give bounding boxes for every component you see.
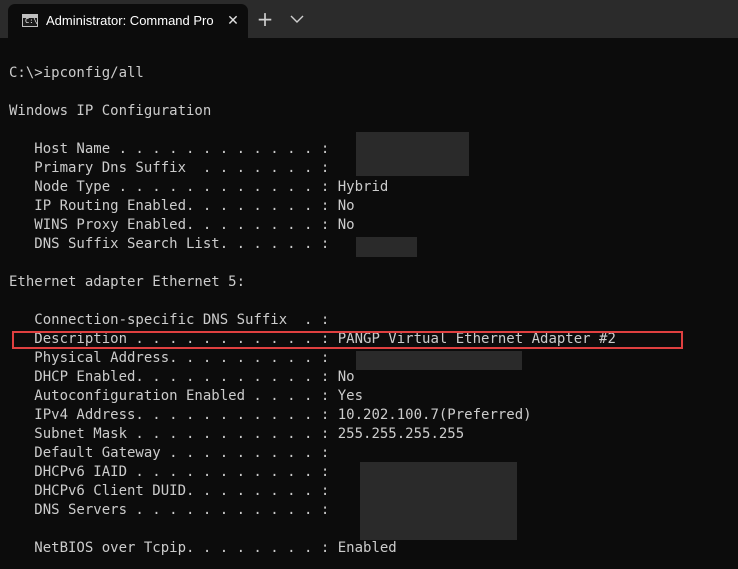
netbios-line: NetBIOS over Tcpip. . . . . . . . : Enab… bbox=[9, 539, 734, 558]
ipv4-address-line: IPv4 Address. . . . . . . . . . . : 10.2… bbox=[9, 406, 734, 425]
redacted-dhcpv6-block bbox=[360, 462, 517, 540]
connection-dns-suffix-label: Connection-specific DNS Suffix . : bbox=[9, 312, 338, 328]
ip-routing-line: IP Routing Enabled. . . . . . . . : No bbox=[9, 197, 734, 216]
autoconfiguration-line: Autoconfiguration Enabled . . . . : Yes bbox=[9, 387, 734, 406]
subnet-mask-line: Subnet Mask . . . . . . . . . . . : 255.… bbox=[9, 425, 734, 444]
wins-proxy-value: No bbox=[337, 217, 355, 233]
ip-routing-value: No bbox=[337, 198, 355, 214]
ipv4-address-value: 10.202.100.7(Preferred) bbox=[337, 407, 532, 423]
dhcp-enabled-value: No bbox=[337, 369, 355, 385]
autoconfiguration-value: Yes bbox=[337, 388, 364, 404]
dhcpv6-duid-label: DHCPv6 Client DUID. . . . . . . . : bbox=[9, 483, 338, 499]
default-gateway-line: Default Gateway . . . . . . . . . : bbox=[9, 444, 734, 463]
tab-command-prompt[interactable]: C:\ Administrator: Command Prompt ✕ bbox=[8, 4, 248, 38]
node-type-label: Node Type . . . . . . . . . . . . : bbox=[9, 179, 338, 195]
redacted-host-name bbox=[356, 132, 469, 176]
connection-dns-suffix-line: Connection-specific DNS Suffix . : bbox=[9, 311, 734, 330]
redacted-dns-suffix-search bbox=[356, 237, 417, 257]
netbios-value: Enabled bbox=[337, 540, 397, 556]
default-gateway-label: Default Gateway . . . . . . . . . : bbox=[9, 445, 338, 461]
node-type-value: Hybrid bbox=[337, 179, 389, 195]
terminal-window: C:\ Administrator: Command Prompt ✕ + C:… bbox=[0, 0, 738, 569]
tab-title: Administrator: Command Prompt bbox=[46, 13, 214, 28]
subnet-mask-label: Subnet Mask . . . . . . . . . . . : bbox=[9, 426, 338, 442]
autoconfiguration-label: Autoconfiguration Enabled . . . . : bbox=[9, 388, 338, 404]
adapter-heading: Ethernet adapter Ethernet 5: bbox=[9, 274, 246, 290]
ipv4-address-label: IPv4 Address. . . . . . . . . . . : bbox=[9, 407, 338, 423]
chevron-down-icon[interactable] bbox=[287, 9, 307, 29]
wins-proxy-label: WINS Proxy Enabled. . . . . . . . : bbox=[9, 217, 338, 233]
wins-proxy-line: WINS Proxy Enabled. . . . . . . . : No bbox=[9, 216, 734, 235]
new-tab-button[interactable]: + bbox=[254, 8, 276, 30]
ip-config-heading: Windows IP Configuration bbox=[9, 103, 212, 119]
redacted-physical-address bbox=[356, 351, 522, 370]
close-tab-icon[interactable]: ✕ bbox=[224, 12, 242, 30]
host-name-label: Host Name . . . . . . . . . . . . : bbox=[9, 141, 338, 157]
physical-address-label: Physical Address. . . . . . . . . : bbox=[9, 350, 338, 366]
description-highlight-box bbox=[12, 331, 683, 349]
command-prompt-icon-text: C:\ bbox=[25, 17, 38, 25]
ip-routing-label: IP Routing Enabled. . . . . . . . : bbox=[9, 198, 338, 214]
command-line: C:\>ipconfig/all bbox=[9, 65, 144, 81]
primary-dns-suffix-label: Primary Dns Suffix . . . . . . . : bbox=[9, 160, 338, 176]
dns-servers-label: DNS Servers . . . . . . . . . . . : bbox=[9, 502, 338, 518]
netbios-label: NetBIOS over Tcpip. . . . . . . . : bbox=[9, 540, 338, 556]
dhcp-enabled-label: DHCP Enabled. . . . . . . . . . . : bbox=[9, 369, 338, 385]
subnet-mask-value: 255.255.255.255 bbox=[337, 426, 465, 442]
title-bar: C:\ Administrator: Command Prompt ✕ + bbox=[0, 0, 738, 38]
dhcpv6-iaid-label: DHCPv6 IAID . . . . . . . . . . . : bbox=[9, 464, 338, 480]
command-prompt-icon: C:\ bbox=[22, 14, 38, 27]
node-type-line: Node Type . . . . . . . . . . . . : Hybr… bbox=[9, 178, 734, 197]
dhcp-enabled-line: DHCP Enabled. . . . . . . . . . . : No bbox=[9, 368, 734, 387]
dns-suffix-search-label: DNS Suffix Search List. . . . . . : bbox=[9, 236, 338, 252]
